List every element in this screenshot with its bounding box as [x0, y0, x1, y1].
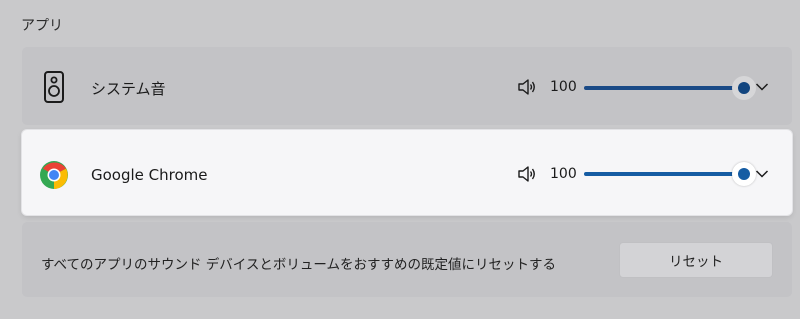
- slider-thumb[interactable]: [732, 76, 756, 100]
- reset-description: すべてのアプリのサウンド デバイスとボリュームをおすすめの既定値にリセットする: [41, 257, 556, 273]
- volume-value: 100: [550, 79, 577, 95]
- chevron-down-icon[interactable]: [755, 82, 769, 92]
- reset-button[interactable]: リセット: [619, 242, 773, 278]
- slider-thumb[interactable]: [732, 162, 756, 186]
- slider-track[interactable]: [584, 86, 744, 90]
- reset-row: すべてのアプリのサウンド デバイスとボリュームをおすすめの既定値にリセットする …: [22, 222, 792, 297]
- volume-icon[interactable]: [517, 165, 537, 183]
- chevron-down-icon[interactable]: [755, 169, 769, 179]
- volume-slider[interactable]: [584, 162, 756, 186]
- volume-icon[interactable]: [517, 78, 537, 96]
- volume-slider[interactable]: [584, 76, 756, 100]
- volume-value: 100: [550, 166, 577, 182]
- section-title: アプリ: [21, 18, 63, 34]
- speaker-device-icon: [44, 71, 64, 103]
- app-name: Google Chrome: [91, 166, 208, 184]
- app-row-google-chrome: Google Chrome 100: [22, 130, 792, 215]
- slider-track[interactable]: [584, 172, 744, 176]
- chrome-icon: [40, 161, 68, 189]
- app-row-system-sounds: システム音 100: [22, 47, 792, 125]
- app-name: システム音: [91, 80, 166, 98]
